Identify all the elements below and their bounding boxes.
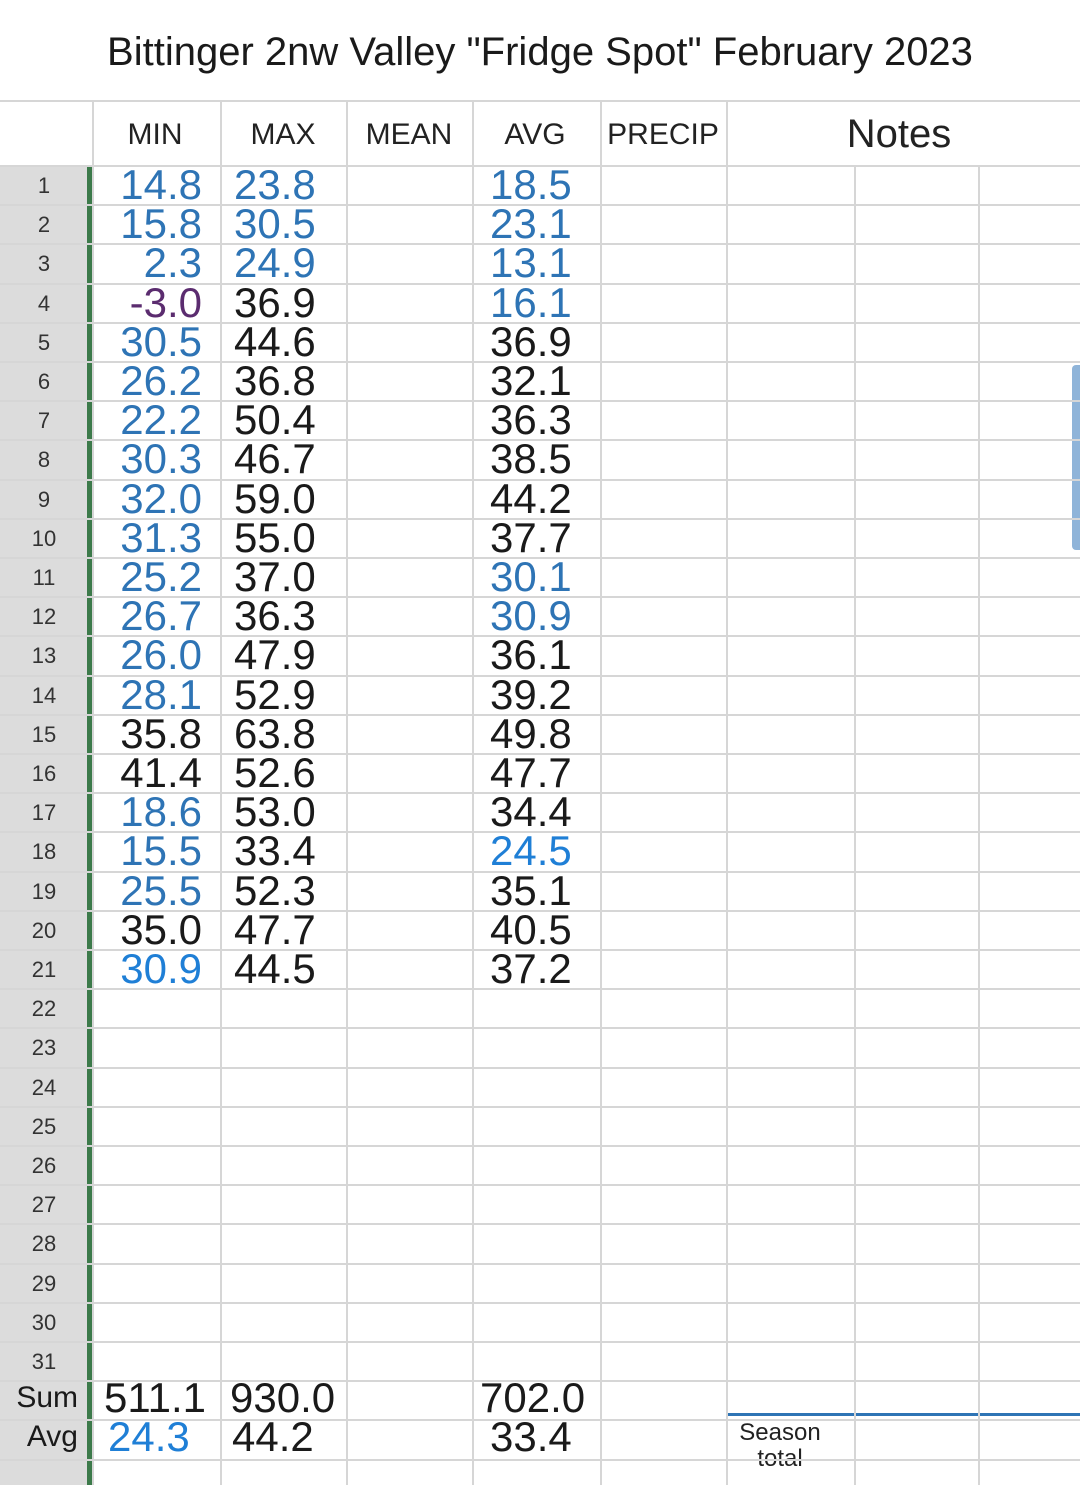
- row-number[interactable]: 24: [0, 1075, 88, 1101]
- header-mean[interactable]: MEAN: [346, 118, 472, 152]
- row-number[interactable]: 15: [0, 722, 88, 748]
- cell-min[interactable]: 30.9: [120, 948, 202, 990]
- cell-max[interactable]: 44.5: [234, 948, 316, 990]
- row-gridline: [0, 1027, 1080, 1030]
- row-number[interactable]: 7: [0, 408, 88, 434]
- header-min[interactable]: MIN: [92, 118, 218, 152]
- row-number[interactable]: 18: [0, 839, 88, 865]
- row-number[interactable]: 16: [0, 761, 88, 787]
- row-number[interactable]: 5: [0, 330, 88, 356]
- row-number[interactable]: 11: [0, 565, 88, 591]
- avg-avg[interactable]: 33.4: [490, 1416, 572, 1458]
- row-gridline: [0, 100, 1080, 102]
- row-gridline: [0, 1066, 1080, 1069]
- row-number[interactable]: 19: [0, 879, 88, 905]
- row-gridline: [0, 1105, 1080, 1108]
- row-number[interactable]: 26: [0, 1153, 88, 1179]
- row-number[interactable]: 14: [0, 683, 88, 709]
- row-number[interactable]: 21: [0, 957, 88, 983]
- avg-row-label: Avg: [26, 1420, 78, 1454]
- row-number[interactable]: 27: [0, 1192, 88, 1218]
- row-number[interactable]: 12: [0, 604, 88, 630]
- row-number[interactable]: 1: [0, 173, 88, 199]
- row-number[interactable]: 8: [0, 447, 88, 473]
- row-number[interactable]: 20: [0, 918, 88, 944]
- column-gridline: [854, 165, 856, 1485]
- row-number[interactable]: 30: [0, 1310, 88, 1336]
- row-gridline: [0, 1145, 1080, 1147]
- row-number[interactable]: 2: [0, 212, 88, 238]
- row-gridline: [0, 1223, 1080, 1226]
- row-gridline: [0, 1262, 1080, 1265]
- row-number[interactable]: 31: [0, 1349, 88, 1375]
- row-number[interactable]: 3: [0, 251, 88, 277]
- row-number[interactable]: 28: [0, 1231, 88, 1257]
- sheet-title: Bittinger 2nw Valley "Fridge Spot" Febru…: [107, 30, 973, 74]
- row-number[interactable]: 25: [0, 1114, 88, 1140]
- header-precip[interactable]: PRECIP: [600, 118, 726, 152]
- sum-row-label: Sum: [16, 1381, 78, 1415]
- row-number[interactable]: 29: [0, 1271, 88, 1297]
- spreadsheet-grid[interactable]: MIN MAX MEAN AVG PRECIP Notes Season tot…: [0, 100, 1080, 1485]
- row-number[interactable]: 17: [0, 800, 88, 826]
- row-number[interactable]: 13: [0, 643, 88, 669]
- row-number[interactable]: 6: [0, 369, 88, 395]
- row-number[interactable]: 4: [0, 291, 88, 317]
- row-gridline: [0, 1301, 1080, 1304]
- cell-avg[interactable]: 37.2: [490, 948, 572, 990]
- scroll-handle[interactable]: [1072, 365, 1080, 550]
- season-label: Season: [739, 1419, 821, 1446]
- header-max[interactable]: MAX: [220, 118, 346, 152]
- row-number[interactable]: 22: [0, 996, 88, 1022]
- row-gridline: [0, 1341, 1080, 1343]
- row-number[interactable]: 10: [0, 526, 88, 552]
- row-gridline: [0, 1184, 1080, 1187]
- avg-min[interactable]: 24.3: [108, 1416, 190, 1458]
- header-notes[interactable]: Notes: [726, 112, 1072, 157]
- header-avg[interactable]: AVG: [472, 118, 598, 152]
- row-number[interactable]: 23: [0, 1035, 88, 1061]
- avg-max[interactable]: 44.2: [232, 1416, 314, 1458]
- column-gridline: [978, 165, 980, 1485]
- row-number[interactable]: 9: [0, 487, 88, 513]
